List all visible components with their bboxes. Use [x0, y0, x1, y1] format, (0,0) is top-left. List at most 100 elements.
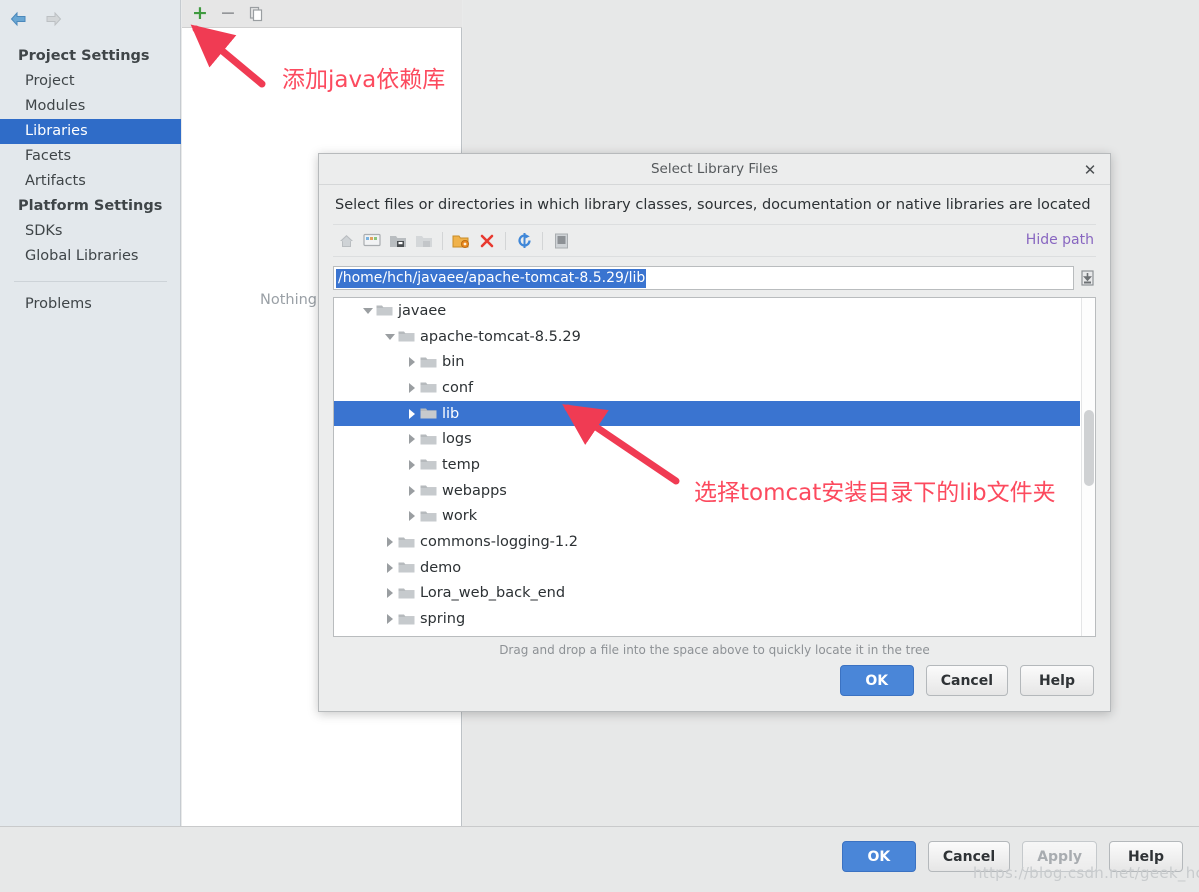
paste-icon[interactable] — [1079, 267, 1096, 289]
triangle-glyph — [409, 459, 415, 470]
tree-row[interactable]: spring — [334, 606, 1080, 632]
sidebar-group-title-platform-settings: Platform Settings — [18, 198, 163, 214]
sidebar-item-problems[interactable]: Problems — [0, 292, 181, 317]
tree-row[interactable]: apache-tomcat-8.5.29 — [334, 324, 1080, 350]
toolbar-divider-1 — [442, 231, 443, 250]
sidebar-item-global-libraries[interactable]: Global Libraries — [0, 244, 181, 269]
sidebar-item-project[interactable]: Project — [0, 69, 181, 94]
arrow-right-icon — [43, 10, 63, 28]
file-tree-container[interactable]: javaee apache-tomcat-8.5.29 bin conf lib logs… — [333, 297, 1096, 637]
delete-icon[interactable] — [474, 229, 500, 253]
triangle-glyph — [409, 408, 415, 419]
tree-row-label: spring — [420, 611, 466, 628]
folder-icon — [398, 330, 420, 343]
folder-icon — [376, 304, 398, 317]
annotation-select-lib-folder: 选择tomcat安装目录下的lib文件夹 — [694, 480, 1056, 506]
folder-icon — [420, 356, 442, 369]
tree-row[interactable]: lib — [334, 400, 1080, 427]
show-hidden-icon[interactable] — [548, 229, 574, 253]
tree-row[interactable]: javaee — [334, 298, 1080, 324]
desktop-icon[interactable] — [359, 229, 385, 253]
folder-icon — [420, 381, 442, 394]
chevron-down-icon[interactable] — [382, 333, 398, 340]
hide-path-link[interactable]: Hide path — [1026, 232, 1094, 248]
minus-icon: − — [220, 2, 236, 24]
tree-row[interactable]: conf — [334, 375, 1080, 401]
dialog-buttons: OK Cancel Help — [839, 665, 1094, 696]
chevron-right-icon[interactable] — [404, 434, 420, 445]
dialog-cancel-button[interactable]: Cancel — [925, 665, 1008, 696]
tree-row[interactable]: work — [334, 504, 1080, 530]
toolbar-divider-3 — [542, 231, 543, 250]
chevron-right-icon[interactable] — [382, 562, 398, 573]
tree-row-label: bin — [442, 354, 465, 371]
triangle-glyph — [387, 562, 393, 573]
dialog-ok-button[interactable]: OK — [839, 665, 914, 696]
folder-icon — [398, 536, 420, 549]
tree-row-label: demo — [420, 559, 462, 576]
triangle-glyph — [387, 588, 393, 599]
refresh-icon[interactable] — [511, 229, 537, 253]
dialog-titlebar: Select Library Files ✕ — [319, 154, 1110, 185]
path-input[interactable]: /home/hch/javaee/apache-tomcat-8.5.29/li… — [333, 266, 1074, 290]
path-input-value: /home/hch/javaee/apache-tomcat-8.5.29/li… — [336, 268, 647, 288]
sidebar-divider — [14, 281, 167, 282]
sidebar-item-facets[interactable]: Facets — [0, 144, 181, 169]
tree-row[interactable]: commons-logging-1.2 — [334, 529, 1080, 555]
sidebar-item-sdks[interactable]: SDKs — [0, 219, 181, 244]
triangle-glyph — [409, 382, 415, 393]
chevron-right-icon[interactable] — [404, 511, 420, 522]
folder-icon — [420, 433, 442, 446]
window-footer: OK Cancel Apply Help — [0, 826, 1199, 892]
tree-row-label: lib — [442, 405, 460, 422]
close-icon[interactable]: ✕ — [1080, 160, 1100, 180]
tree-scrollbar-thumb[interactable] — [1084, 410, 1094, 486]
add-button[interactable]: + — [189, 3, 211, 25]
dialog-toolbar: Hide path — [333, 224, 1096, 257]
sidebar-item-libraries[interactable]: Libraries — [0, 119, 181, 144]
tree-row-label: conf — [442, 379, 474, 396]
toolbar-divider-2 — [505, 231, 506, 250]
chevron-right-icon[interactable] — [382, 614, 398, 625]
sidebar-item-artifacts[interactable]: Artifacts — [0, 169, 181, 194]
app-root: Project Settings Project Modules Librari… — [0, 0, 1199, 892]
folder-icon — [398, 613, 420, 626]
dialog-help-button[interactable]: Help — [1020, 665, 1094, 696]
chevron-down-icon[interactable] — [360, 307, 376, 314]
libraries-toolbar: + − — [182, 0, 462, 28]
new-folder-icon[interactable] — [448, 229, 474, 253]
path-row: /home/hch/javaee/apache-tomcat-8.5.29/li… — [333, 266, 1096, 290]
settings-sidebar: Project Settings Project Modules Librari… — [0, 0, 181, 826]
remove-button[interactable]: − — [217, 3, 239, 25]
tree-row[interactable]: bin — [334, 349, 1080, 375]
tree-row-label: logs — [442, 431, 472, 448]
tree-row[interactable]: demo — [334, 555, 1080, 581]
plus-icon: + — [192, 2, 208, 24]
chevron-right-icon[interactable] — [404, 485, 420, 496]
chevron-right-icon[interactable] — [382, 588, 398, 599]
triangle-glyph — [387, 614, 393, 625]
folder-icon — [420, 458, 442, 471]
folder-save-icon[interactable] — [385, 229, 411, 253]
ok-button[interactable]: OK — [841, 841, 916, 872]
tree-row-label: commons-logging-1.2 — [420, 534, 578, 551]
tree-row[interactable]: Lora_web_back_end — [334, 581, 1080, 607]
chevron-right-icon[interactable] — [404, 382, 420, 393]
tree-scrollbar[interactable] — [1081, 298, 1095, 636]
triangle-glyph — [409, 511, 415, 522]
tree-row-label: Lora_web_back_end — [420, 585, 566, 602]
folder-icon — [420, 510, 442, 523]
chevron-right-icon[interactable] — [404, 408, 420, 419]
tree-row-label: temp — [442, 456, 480, 473]
folder-icon — [420, 484, 442, 497]
arrow-left-icon[interactable] — [9, 10, 29, 28]
copy-button[interactable] — [245, 3, 267, 25]
tree-row-label: webapps — [442, 482, 507, 499]
chevron-right-icon[interactable] — [404, 357, 420, 368]
sidebar-item-modules[interactable]: Modules — [0, 94, 181, 119]
chevron-right-icon[interactable] — [404, 459, 420, 470]
tree-row[interactable]: logs — [334, 426, 1080, 452]
copy-icon — [249, 6, 262, 21]
chevron-right-icon[interactable] — [382, 537, 398, 548]
home-icon[interactable] — [333, 229, 359, 253]
